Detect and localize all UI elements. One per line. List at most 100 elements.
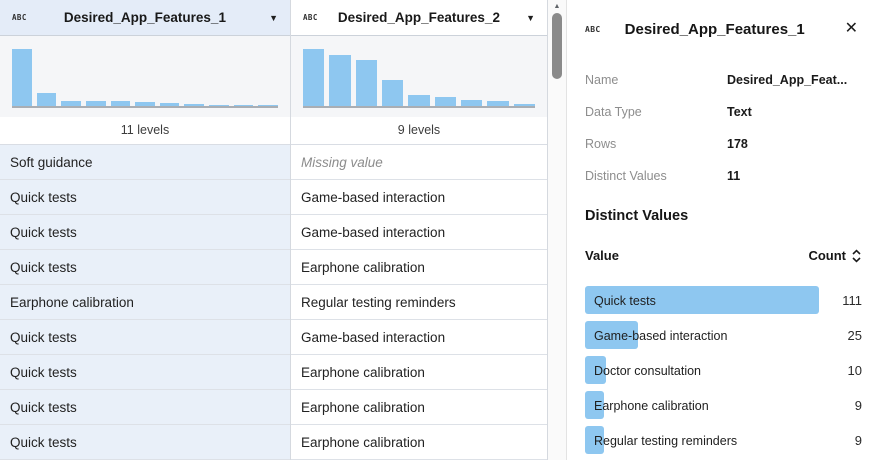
detail-row: Rows178 [585,128,874,160]
histogram-bars [12,49,278,108]
table-cell[interactable]: Quick tests [0,425,290,460]
distinct-value-count: 9 [855,433,862,448]
table-cell[interactable]: Missing value [291,145,547,180]
detail-label: Name [585,73,727,87]
histogram-bar[interactable] [329,55,350,106]
column-summary-panel: ABC Desired_App_Features_1 ✕ NameDesired… [566,0,874,460]
column-title: Desired_App_Features_1 [27,10,263,25]
histogram-bar[interactable] [160,103,180,106]
detail-label: Data Type [585,105,727,119]
count-column-header: Count [808,248,846,263]
column-desired-app-features-1: ABC Desired_App_Features_1 ▼ 11 levels S… [0,0,291,460]
text-type-icon: ABC [585,25,601,34]
histogram-bar[interactable] [234,105,254,106]
detail-row: Data TypeText [585,96,874,128]
panel-header: ABC Desired_App_Features_1 ✕ [585,0,874,50]
scrollbar-up-arrow-icon[interactable]: ▲ [548,0,566,12]
table-cell[interactable]: Quick tests [0,320,290,355]
distinct-values-list: Quick tests 111 Game-based interaction 25 Do… [585,283,874,458]
table-cell[interactable]: Quick tests [0,180,290,215]
distinct-value-label: Quick tests [585,294,656,308]
detail-value: 11 [727,169,740,183]
detail-row: NameDesired_App_Feat... [585,64,874,96]
histogram-bar[interactable] [12,49,32,106]
table-cell[interactable]: Regular testing reminders [291,285,547,320]
distinct-values-list-header: Value Count [585,248,874,263]
histogram-bars [303,49,535,108]
table-cell[interactable]: Earphone calibration [291,355,547,390]
levels-label: 9 levels [291,117,547,145]
histogram-bar[interactable] [258,105,278,106]
column-histogram-2 [291,36,547,117]
detail-value: 178 [727,137,748,151]
table-cell[interactable]: Game-based interaction [291,215,547,250]
column-cells: Soft guidanceQuick testsQuick testsQuick… [0,145,290,460]
data-grid: ABC Desired_App_Features_1 ▼ 11 levels S… [0,0,548,460]
distinct-value-count: 25 [848,328,862,343]
table-cell[interactable]: Earphone calibration [291,250,547,285]
column-histogram-1 [0,36,290,117]
distinct-value-row[interactable]: Earphone calibration 9 [585,388,874,423]
histogram-bar[interactable] [61,101,81,106]
distinct-value-row[interactable]: Game-based interaction 25 [585,318,874,353]
distinct-value-label: Regular testing reminders [585,434,737,448]
detail-label: Distinct Values [585,169,727,183]
histogram-bar[interactable] [461,100,482,106]
column-title: Desired_App_Features_2 [318,10,520,25]
distinct-value-row[interactable]: Regular testing reminders 9 [585,423,874,458]
histogram-bar[interactable] [209,105,229,106]
table-cell[interactable]: Earphone calibration [291,425,547,460]
close-icon[interactable]: ✕ [841,19,862,39]
column-details: NameDesired_App_Feat...Data TypeTextRows… [585,64,874,192]
table-cell[interactable]: Soft guidance [0,145,290,180]
detail-label: Rows [585,137,727,151]
distinct-values-heading: Distinct Values [585,208,874,224]
levels-label: 11 levels [0,117,290,145]
vertical-scrollbar[interactable]: ▲ [548,0,566,460]
table-cell[interactable]: Quick tests [0,355,290,390]
histogram-bar[interactable] [37,93,57,106]
distinct-value-row[interactable]: Doctor consultation10 [585,353,874,388]
histogram-bar[interactable] [184,104,204,106]
histogram-bar[interactable] [303,49,324,106]
table-cell[interactable]: Game-based interaction [291,180,547,215]
value-column-header: Value [585,248,619,263]
distinct-value-count: 111 [842,293,862,308]
histogram-bar[interactable] [356,60,377,106]
column-header-1[interactable]: ABC Desired_App_Features_1 ▼ [0,0,290,36]
column-desired-app-features-2: ABC Desired_App_Features_2 ▼ 9 levels Mi… [291,0,548,460]
panel-title: Desired_App_Features_1 [625,21,805,38]
table-cell[interactable]: Quick tests [0,250,290,285]
table-cell[interactable]: Game-based interaction [291,320,547,355]
distinct-value-count: 10 [848,363,862,378]
text-type-icon: ABC [12,13,27,22]
histogram-bar[interactable] [111,101,131,106]
distinct-value-row[interactable]: Quick tests 111 [585,283,874,318]
histogram-bar[interactable] [487,101,508,106]
table-cell[interactable]: Quick tests [0,215,290,250]
sort-updown-icon[interactable] [851,249,862,263]
scrollbar-thumb[interactable] [552,13,562,79]
histogram-bar[interactable] [408,95,429,106]
table-cell[interactable]: Earphone calibration [0,285,290,320]
distinct-value-label: Game-based interaction [585,329,727,343]
data-wrangler-window: ABC Desired_App_Features_1 ▼ 11 levels S… [0,0,874,460]
text-type-icon: ABC [303,13,318,22]
column-header-2[interactable]: ABC Desired_App_Features_2 ▼ [291,0,547,36]
detail-value: Desired_App_Feat... [727,73,847,87]
histogram-bar[interactable] [514,104,535,106]
table-cell[interactable]: Earphone calibration [291,390,547,425]
distinct-value-count: 9 [855,398,862,413]
histogram-bar[interactable] [435,97,456,106]
histogram-bar[interactable] [382,80,403,106]
table-cell[interactable]: Quick tests [0,390,290,425]
column-cells: Missing valueGame-based interactionGame-… [291,145,547,460]
distinct-value-label: Earphone calibration [585,399,709,413]
detail-row: Distinct Values11 [585,160,874,192]
chevron-down-icon[interactable]: ▼ [269,13,278,23]
histogram-bar[interactable] [135,102,155,106]
histogram-bar[interactable] [86,101,106,106]
count-sort-control[interactable]: Count [808,248,862,263]
chevron-down-icon[interactable]: ▼ [526,13,535,23]
detail-value: Text [727,105,752,119]
